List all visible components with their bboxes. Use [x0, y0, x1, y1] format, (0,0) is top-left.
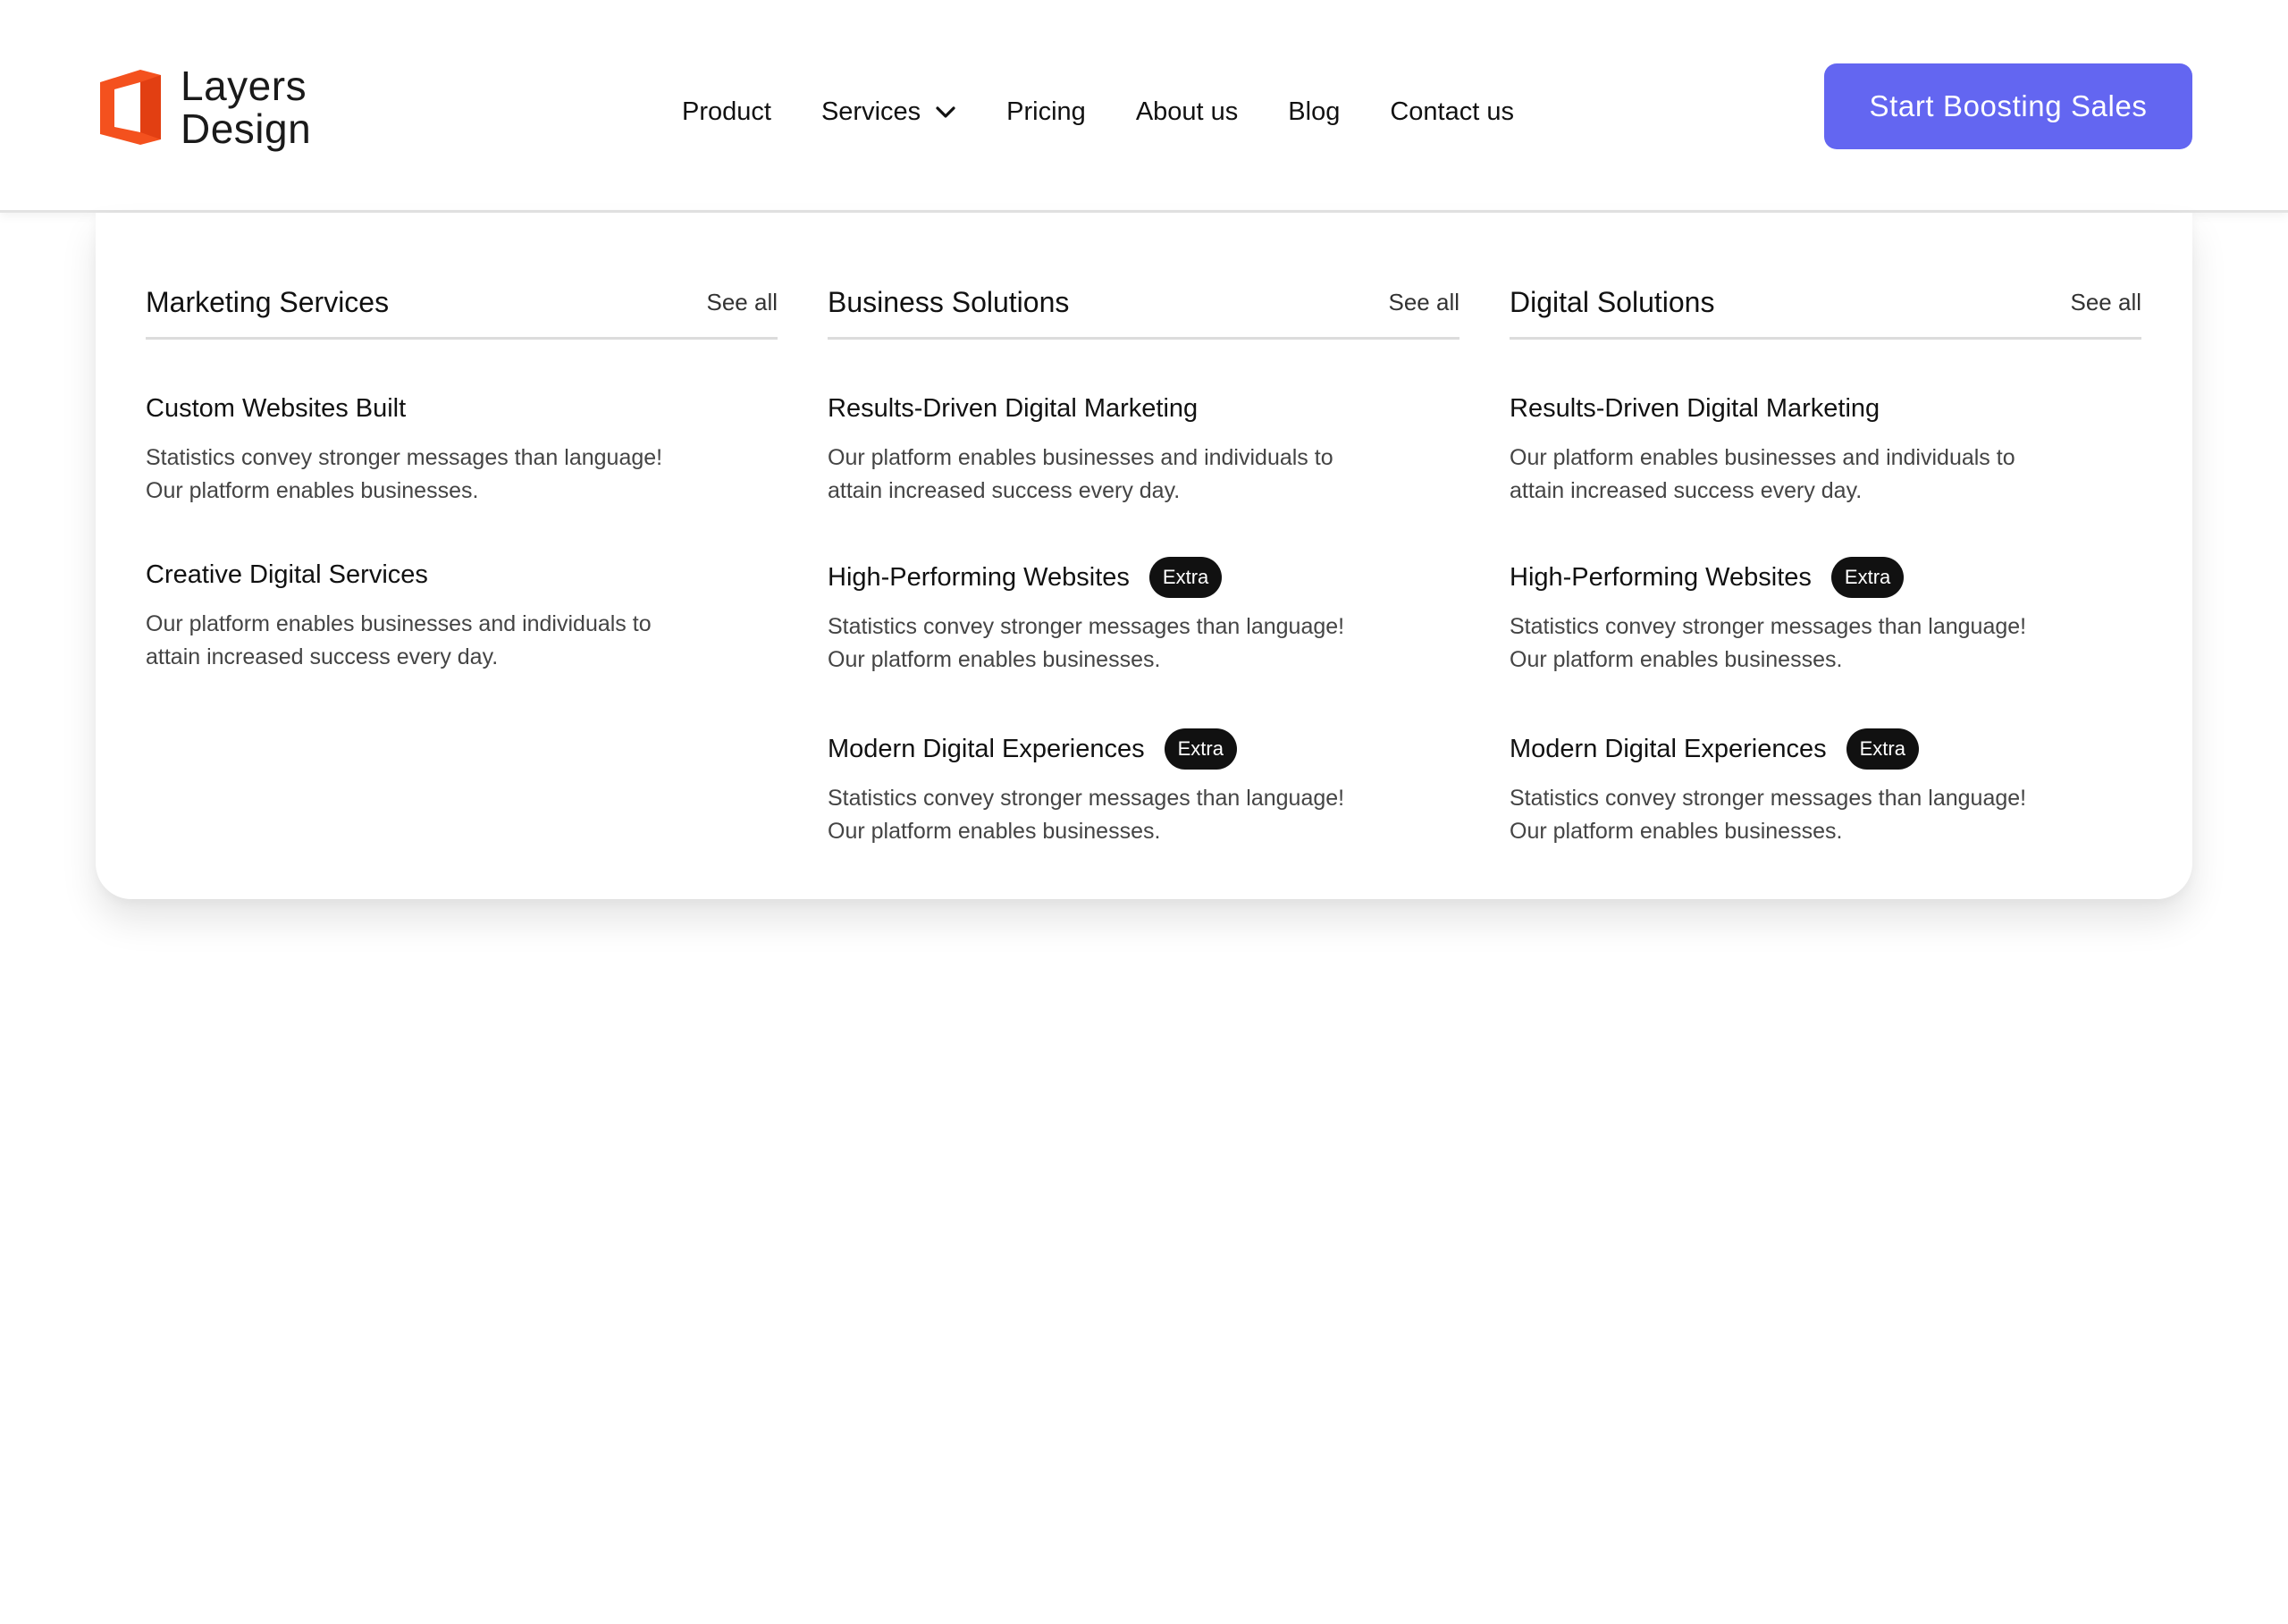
nav-item-label: Contact us: [1390, 97, 1514, 126]
extra-badge: Extra: [1830, 557, 1905, 598]
menu-item-description: Our platform enables businesses and indi…: [828, 445, 1333, 503]
menu-item-title: Custom Websites Built: [146, 393, 407, 423]
nav-item-label: Services: [820, 97, 921, 126]
menu-item-description: Statistics convey stronger messages than…: [146, 445, 663, 503]
brand-name-line1: Layers: [181, 63, 307, 109]
column-title: Marketing Services: [146, 286, 390, 318]
menu-item-modern-digital-experiences[interactable]: Modern Digital Experiences Extra Statist…: [1510, 727, 2141, 848]
menu-item-title-row: Results-Driven Digital Marketing: [1510, 386, 2141, 431]
extra-badge: Extra: [1164, 728, 1237, 770]
menu-item-title: High-Performing Websites: [828, 562, 1130, 592]
nav-item-label: Blog: [1288, 97, 1341, 126]
menu-item-title: Modern Digital Experiences: [1510, 734, 1827, 763]
column-header: Digital Solutions See all: [1510, 284, 2141, 340]
menu-item-results-driven-digital-marketing[interactable]: Results-Driven Digital Marketing Our pla…: [1510, 386, 2141, 508]
nav-item-services[interactable]: Services: [821, 97, 956, 127]
menu-item-title-row: Creative Digital Services: [146, 552, 778, 597]
column-title: Digital Solutions: [1510, 286, 1715, 318]
nav-item-label: Pricing: [1006, 97, 1086, 126]
chevron-down-icon: [935, 97, 956, 127]
brand-name-line2: Design: [181, 105, 312, 152]
menu-item-title: Creative Digital Services: [146, 560, 428, 589]
menu-item-description: Statistics convey stronger messages than…: [828, 614, 1345, 672]
menu-item-title-row: Modern Digital Experiences Extra: [1510, 727, 2141, 771]
column-header: Marketing Services See all: [146, 284, 778, 340]
menu-item-title: Modern Digital Experiences: [828, 734, 1145, 763]
start-boosting-sales-button[interactable]: Start Boosting Sales: [1824, 63, 2192, 149]
menu-item-description: Our platform enables businesses and indi…: [1510, 445, 2015, 503]
menu-item-description: Our platform enables businesses and indi…: [146, 611, 652, 669]
nav-item-blog[interactable]: Blog: [1288, 97, 1340, 127]
menu-item-title-row: Custom Websites Built: [146, 386, 778, 431]
nav-item-pricing[interactable]: Pricing: [1006, 97, 1086, 127]
menu-item-creative-digital-services[interactable]: Creative Digital Services Our platform e…: [146, 552, 778, 674]
main-nav: Product Services Pricing About us Blog C…: [682, 89, 1514, 134]
nav-item-contact-us[interactable]: Contact us: [1390, 97, 1514, 127]
extra-badge: Extra: [1846, 728, 1919, 770]
brand-logo[interactable]: Layers Design: [100, 64, 311, 150]
see-all-link[interactable]: See all: [2071, 284, 2142, 320]
nav-item-about-us[interactable]: About us: [1136, 97, 1238, 127]
nav-item-label: About us: [1135, 97, 1239, 126]
menu-item-description: Statistics convey stronger messages than…: [1510, 786, 2027, 844]
menu-item-title: Results-Driven Digital Marketing: [828, 393, 1199, 423]
nav-item-product[interactable]: Product: [682, 97, 771, 127]
menu-item-title: High-Performing Websites: [1510, 562, 1812, 592]
see-all-link[interactable]: See all: [707, 284, 778, 320]
column-header: Business Solutions See all: [828, 284, 1459, 340]
menu-item-custom-websites-built[interactable]: Custom Websites Built Statistics convey …: [146, 386, 778, 508]
menu-item-high-performing-websites[interactable]: High-Performing Websites Extra Statistic…: [1510, 555, 2141, 677]
column-title: Business Solutions: [828, 286, 1070, 318]
extra-badge: Extra: [1148, 557, 1223, 598]
menu-item-title-row: Modern Digital Experiences Extra: [828, 727, 1459, 771]
menu-item-title-row: High-Performing Websites Extra: [1510, 555, 2141, 600]
services-mega-menu: Marketing Services See all Custom Websit…: [96, 213, 2192, 899]
menu-item-title-row: High-Performing Websites Extra: [828, 555, 1459, 600]
menu-item-title-row: Results-Driven Digital Marketing: [828, 386, 1459, 431]
site-header: Layers Design Product Services Pricing A…: [0, 0, 2288, 213]
menu-item-modern-digital-experiences[interactable]: Modern Digital Experiences Extra Statist…: [828, 727, 1459, 848]
see-all-link[interactable]: See all: [1389, 284, 1460, 320]
menu-item-description: Statistics convey stronger messages than…: [828, 786, 1345, 844]
menu-item-results-driven-digital-marketing[interactable]: Results-Driven Digital Marketing Our pla…: [828, 386, 1459, 508]
brand-name: Layers Design: [181, 64, 311, 150]
menu-item-high-performing-websites[interactable]: High-Performing Websites Extra Statistic…: [828, 555, 1459, 677]
menu-item-description: Statistics convey stronger messages than…: [1510, 614, 2027, 672]
menu-item-title: Results-Driven Digital Marketing: [1510, 393, 1880, 423]
nav-item-label: Product: [682, 97, 771, 126]
layers-logo-icon: [100, 70, 161, 145]
